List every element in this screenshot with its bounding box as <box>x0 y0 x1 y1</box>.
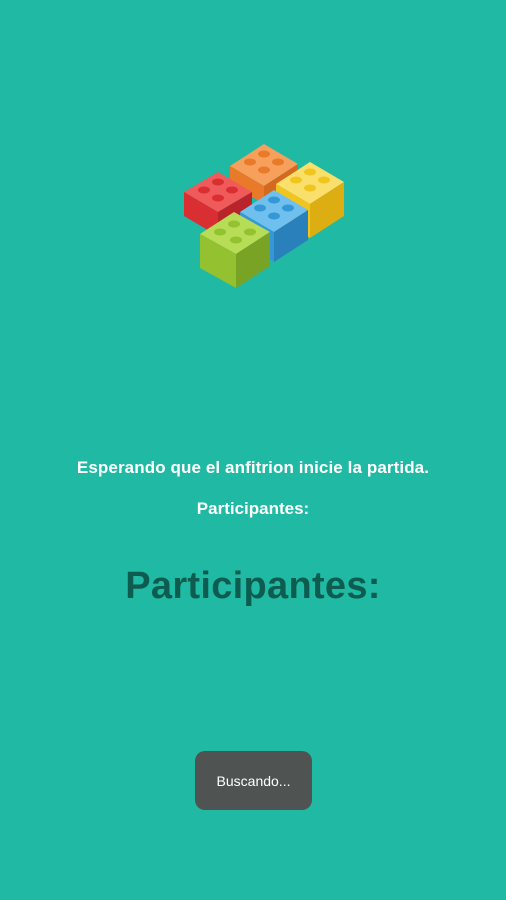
participants-subheading: Participantes: <box>196 499 310 518</box>
waiting-message: Esperando que el anfitrion inicie la par… <box>76 458 430 477</box>
lego-bricks-logo-icon <box>184 144 344 288</box>
toast-message: Buscando... <box>216 772 291 789</box>
participants-heading: Participantes: <box>125 565 381 607</box>
searching-toast: Buscando... <box>195 751 312 810</box>
lobby-screen: Esperando que el anfitrion inicie la par… <box>0 0 506 900</box>
